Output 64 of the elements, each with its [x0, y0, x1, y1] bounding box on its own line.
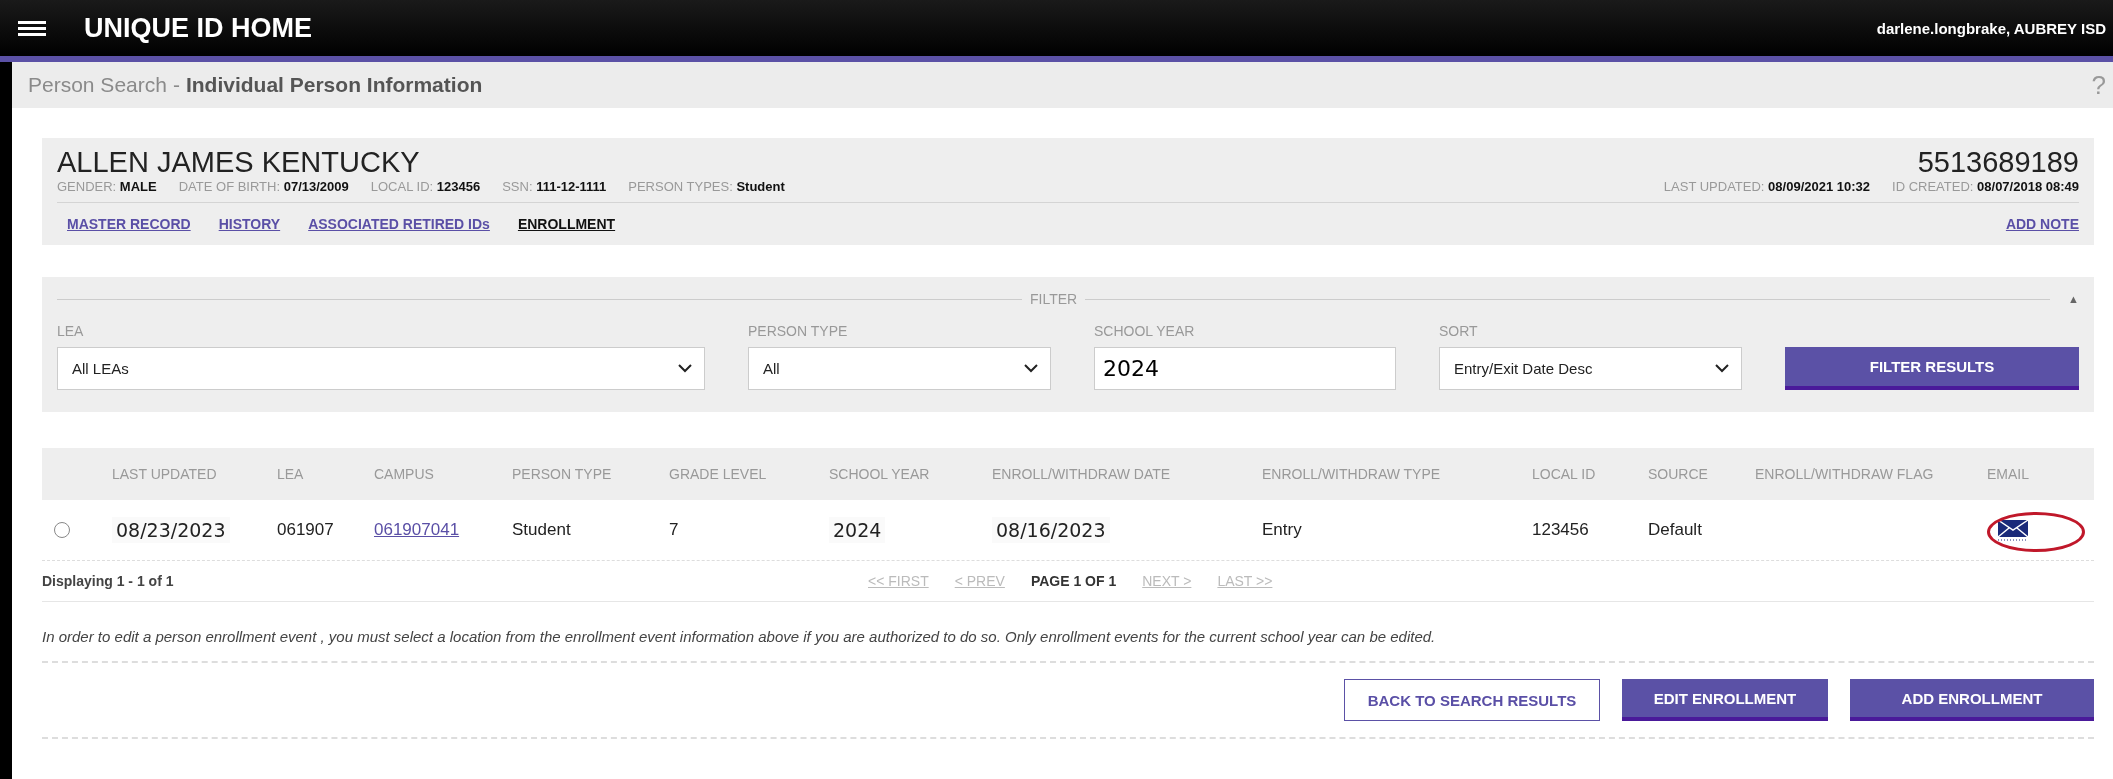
- field-label: SCHOOL YEAR: [1094, 323, 1196, 339]
- record-date: LAST UPDATED: 08/09/2021 10:32: [1663, 179, 1871, 194]
- breadcrumb-separator: -: [172, 73, 180, 97]
- chevron-icon: [1715, 364, 1729, 373]
- column-header: LAST UPDATED: [112, 466, 218, 482]
- person-field: LOCAL ID: 123456: [370, 179, 481, 194]
- person-id: 5513689189: [1917, 146, 2079, 179]
- column-header: PERSON TYPE: [512, 466, 613, 482]
- table-cell-text: Entry: [1262, 520, 1303, 540]
- app-title: UNIQUE ID HOME: [84, 12, 313, 44]
- email-icon[interactable]: [1997, 519, 2029, 541]
- column-header: ENROLL/WITHDRAW TYPE: [1262, 466, 1442, 482]
- info-note: In order to edit a person enrollment event , you must select a location from the enrollment event information above if you are authorized to do so. Only enrollment events for the current school year can be edited.: [42, 628, 2094, 663]
- column-header: LOCAL ID: [1532, 466, 1597, 482]
- dropdown[interactable]: Entry/Exit Date Desc: [1439, 347, 1742, 390]
- person-field: DATE OF BIRTH: 07/13/2009: [178, 179, 349, 194]
- tab[interactable]: MASTER RECORD: [67, 216, 191, 232]
- collapse-button[interactable]: ▲: [2068, 293, 2079, 305]
- breadcrumb-link[interactable]: Person Search: [28, 73, 167, 97]
- person-field: SSN: 111-12-1111: [502, 179, 607, 194]
- person-field: PERSON TYPES: Student: [628, 179, 785, 194]
- record-date: ID CREATED: 08/07/2018 08:49: [1892, 179, 2079, 194]
- column-header: CAMPUS: [374, 466, 435, 482]
- page-title: Individual Person Information: [185, 73, 484, 97]
- dropdown[interactable]: All LEAs: [57, 347, 705, 390]
- campus-link[interactable]: 061907041: [374, 520, 460, 540]
- field-label: PERSON TYPE: [748, 323, 849, 339]
- school-year-field[interactable]: 2024: [1094, 347, 1396, 390]
- person-name: ALLEN JAMES KENTUCKY: [57, 146, 420, 179]
- field-label: LEA: [57, 323, 85, 339]
- table-cell-text: Default: [1648, 520, 1703, 540]
- add-note-link[interactable]: ADD NOTE: [2005, 216, 2079, 232]
- column-header: SCHOOL YEAR: [829, 466, 931, 482]
- results-summary: Displaying 1 - 1 of 1: [42, 573, 175, 589]
- table-cell: 08/23/2023: [112, 517, 230, 543]
- column-header: SOURCE: [1648, 466, 1709, 482]
- tab[interactable]: ASSOCIATED RETIRED IDs: [308, 216, 490, 232]
- action-button[interactable]: ADD ENROLLMENT: [1850, 679, 2094, 721]
- table-cell-text: 061907: [277, 520, 335, 540]
- column-header: LEA: [277, 466, 305, 482]
- column-header: ENROLL/WITHDRAW FLAG: [1755, 466, 1935, 482]
- row-radio[interactable]: [54, 522, 70, 538]
- table-cell-text: 7: [669, 520, 680, 540]
- page-indicator: PAGE 1 OF 1: [1030, 573, 1117, 589]
- chevron-icon: [1024, 364, 1038, 373]
- dropdown[interactable]: All: [748, 347, 1051, 390]
- table-cell: 08/16/2023: [992, 517, 1110, 543]
- filter-heading: FILTER: [1029, 291, 1078, 307]
- person-field: GENDER: MALE: [57, 179, 157, 194]
- chevron-icon: [678, 364, 692, 373]
- table-cell-text: 123456: [1532, 520, 1590, 540]
- table-cell-text: Student: [512, 520, 572, 540]
- field-label: SORT: [1439, 323, 1479, 339]
- column-header: EMAIL: [1987, 466, 2030, 482]
- table-cell: 2024: [829, 517, 886, 543]
- column-header: GRADE LEVEL: [669, 466, 768, 482]
- filter-results-button[interactable]: FILTER RESULTS: [1785, 347, 2079, 390]
- user-name: darlene.longbrake, AUBREY ISD: [1876, 19, 2106, 37]
- menu-icon[interactable]: [18, 19, 46, 37]
- tab[interactable]: ENROLLMENT: [517, 216, 616, 232]
- action-button[interactable]: BACK TO SEARCH RESULTS: [1344, 679, 1600, 721]
- action-button[interactable]: EDIT ENROLLMENT: [1622, 679, 1828, 721]
- tab[interactable]: HISTORY: [218, 216, 281, 232]
- column-header: ENROLL/WITHDRAW DATE: [992, 466, 1172, 482]
